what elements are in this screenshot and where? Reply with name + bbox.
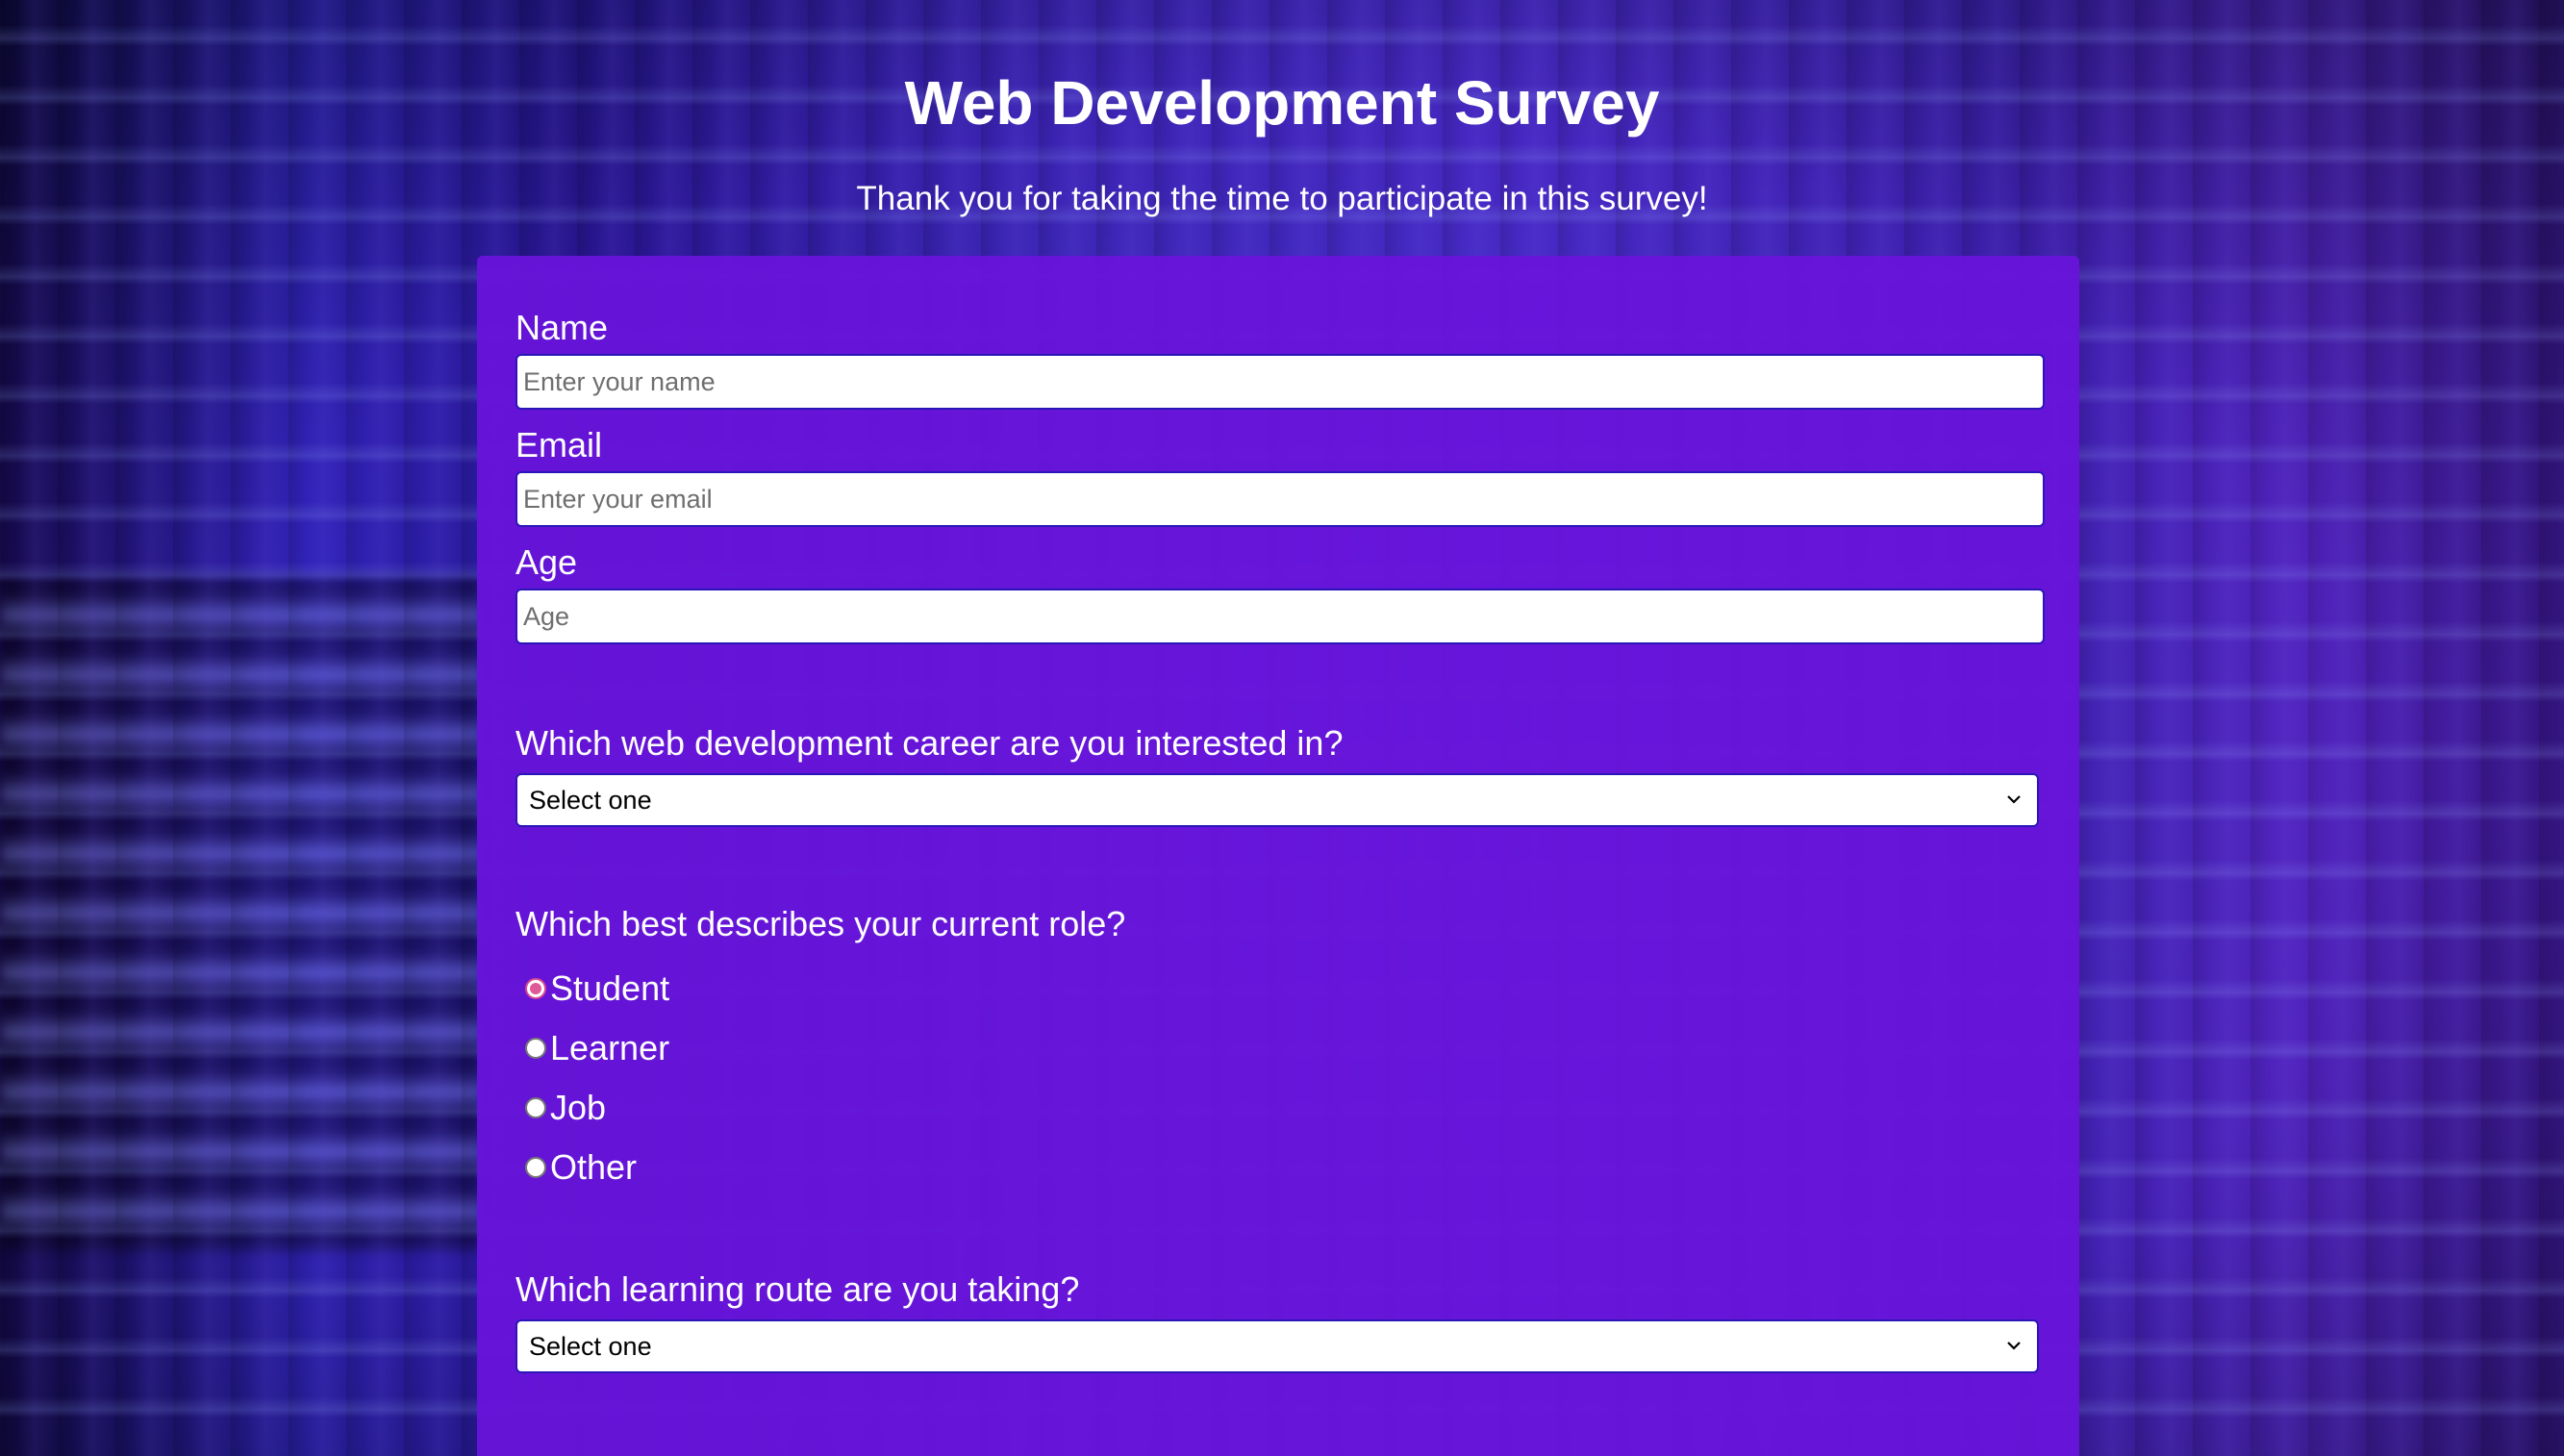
radio-button-other[interactable] (525, 1157, 546, 1178)
route-label: Which learning route are you taking? (515, 1269, 1080, 1309)
role-option-other[interactable]: Other (525, 1147, 638, 1187)
role-option-learner[interactable]: Learner (525, 1028, 670, 1067)
age-label: Age (515, 542, 578, 582)
role-option-job[interactable]: Job (525, 1088, 607, 1127)
career-select[interactable]: Select one (515, 773, 2039, 827)
career-label: Which web development career are you int… (515, 723, 1344, 763)
survey-form: Name Enter your name Email Enter your em… (477, 256, 2079, 1456)
chevron-down-icon (2007, 1342, 2021, 1350)
page-description: Thank you for taking the time to partici… (856, 180, 1708, 217)
chevron-down-icon (2007, 795, 2021, 804)
career-selected-value: Select one (529, 786, 652, 815)
radio-button-job[interactable] (525, 1097, 546, 1118)
role-option-label: Student (550, 968, 670, 1008)
role-option-label: Job (550, 1088, 607, 1127)
background-code-image (0, 577, 481, 1250)
email-input[interactable]: Enter your email (515, 471, 2045, 527)
route-select[interactable]: Select one (515, 1319, 2039, 1373)
name-label: Name (515, 308, 609, 347)
radio-button-student[interactable] (525, 978, 546, 999)
age-placeholder: Age (523, 602, 570, 631)
name-placeholder: Enter your name (523, 367, 716, 396)
role-option-label: Other (550, 1147, 638, 1187)
email-placeholder: Enter your email (523, 485, 713, 514)
role-option-student[interactable]: Student (525, 968, 670, 1008)
role-option-label: Learner (550, 1028, 670, 1067)
route-selected-value: Select one (529, 1332, 652, 1361)
email-label: Email (515, 425, 603, 464)
age-input[interactable]: Age (515, 589, 2045, 644)
name-input[interactable]: Enter your name (515, 354, 2045, 410)
page-title: Web Development Survey (904, 68, 1660, 138)
role-label: Which best describes your current role? (515, 904, 1126, 943)
radio-button-learner[interactable] (525, 1038, 546, 1059)
